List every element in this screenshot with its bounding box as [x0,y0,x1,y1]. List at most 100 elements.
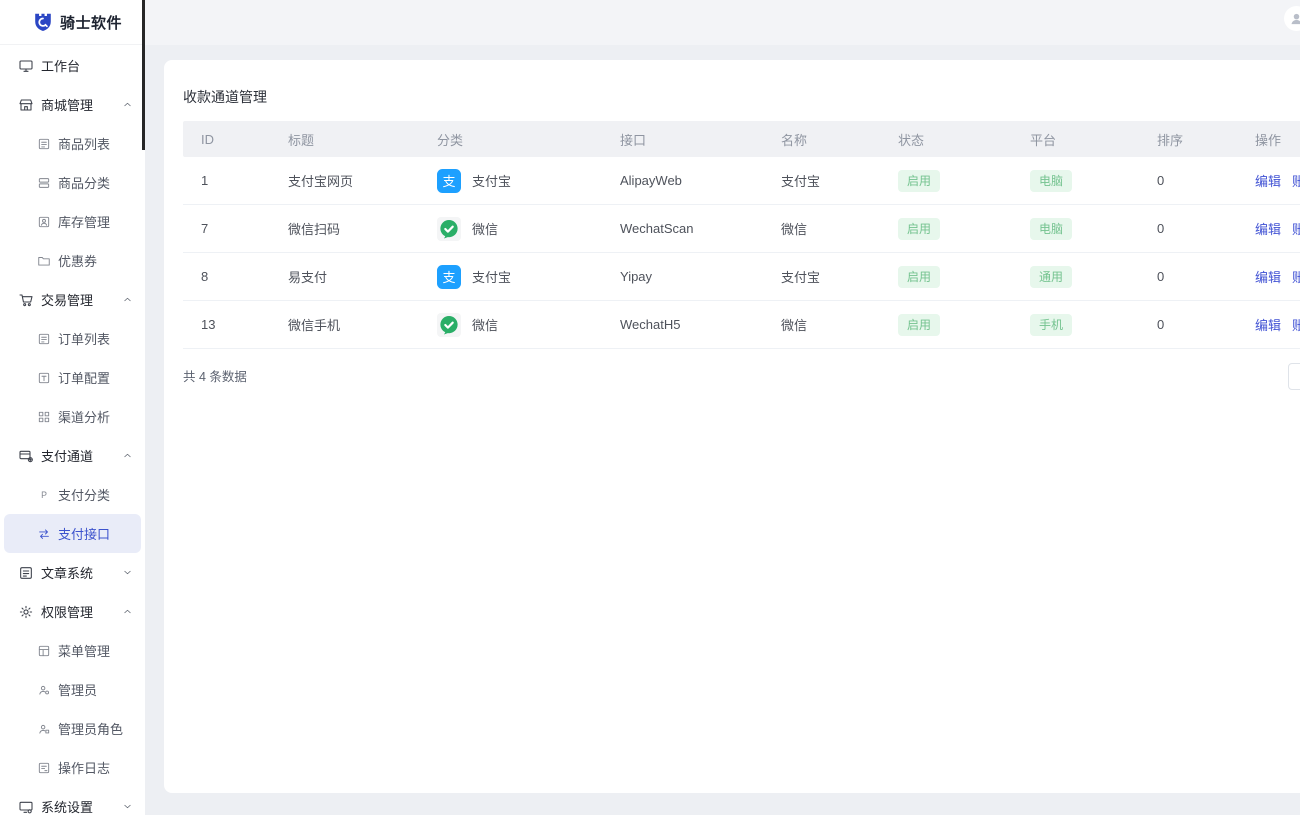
cell-sort: 0 [1139,221,1237,236]
category-label: 微信 [472,219,498,238]
sidebar-item-label: 支付通道 [41,446,93,465]
sidebar-item-label: 支付接口 [58,524,110,543]
category-label: 支付宝 [472,171,511,190]
action-link-edit[interactable]: 编辑 [1255,219,1281,238]
sidebar-item-pay-api[interactable]: 支付接口 [4,514,141,553]
cell-actions: 编辑账号 [1237,171,1300,190]
sidebar-item-pay-category[interactable]: P 支付分类 [4,475,141,514]
cell-api: WechatScan [602,221,763,236]
action-link-account[interactable]: 账号 [1292,267,1300,286]
sidebar-item-label: 操作日志 [58,758,110,777]
cell-sort: 0 [1139,269,1237,284]
sidebar-item-order-config[interactable]: 订单配置 [4,358,141,397]
cell-category: 支 支付宝 [419,265,602,289]
action-link-edit[interactable]: 编辑 [1255,171,1281,190]
sidebar-scrollbar-thumb[interactable] [142,0,145,150]
payment-channel-icon [18,448,34,464]
platform-badge: 通用 [1030,266,1072,288]
sidebar-item-menu-manage[interactable]: 菜单管理 [4,631,141,670]
category-label: 支付宝 [472,267,511,286]
cell-name: 支付宝 [763,267,880,286]
platform-badge: 电脑 [1030,170,1072,192]
sidebar-item-label: 商城管理 [41,95,93,114]
cell-status: 启用 [880,314,1012,336]
inventory-icon [37,215,51,229]
cell-sort: 0 [1139,173,1237,188]
column-header: ID [183,132,270,147]
column-header: 接口 [602,130,763,149]
admin-role-icon [37,722,51,736]
sidebar-item-label: 订单配置 [58,368,110,387]
sidebar-item-label: 菜单管理 [58,641,110,660]
sidebar-item-label: 支付分类 [58,485,110,504]
sidebar-item-system[interactable]: 系统设置 [4,787,141,815]
article-icon [18,565,34,581]
sidebar-item-workbench[interactable]: 工作台 [4,46,141,85]
sidebar-item-article[interactable]: 文章系统 [4,553,141,592]
cell-category: 微信 [419,217,602,241]
sidebar-item-op-log[interactable]: 操作日志 [4,748,141,787]
table-row: 8易支付支支付宝Yipay支付宝启用通用0编辑账号 [183,253,1300,301]
cell-api: AlipayWeb [602,173,763,188]
table-row: 1支付宝网页支支付宝AlipayWeb支付宝启用电脑0编辑账号 [183,157,1300,205]
monitor-icon [18,58,34,74]
cell-platform: 手机 [1012,314,1139,336]
cell-api: WechatH5 [602,317,763,332]
action-link-edit[interactable]: 编辑 [1255,267,1281,286]
cell-api: Yipay [602,269,763,284]
column-header: 名称 [763,130,880,149]
sidebar-item-goods-category[interactable]: 商品分类 [4,163,141,202]
cell-name: 微信 [763,219,880,238]
menu-manage-icon [37,644,51,658]
table-total-text: 共 4 条数据 [183,366,247,385]
p-letter-icon: P [37,488,51,502]
system-settings-icon [18,799,34,815]
cell-status: 启用 [880,170,1012,192]
sidebar-item-label: 系统设置 [41,797,93,815]
operation-log-icon [37,761,51,775]
sidebar-item-channel-analysis[interactable]: 渠道分析 [4,397,141,436]
cell-status: 启用 [880,266,1012,288]
action-link-account[interactable]: 账号 [1292,219,1300,238]
cell-sort: 0 [1139,317,1237,332]
cell-name: 支付宝 [763,171,880,190]
status-badge: 启用 [898,266,940,288]
sidebar-item-admin-role[interactable]: 管理员角色 [4,709,141,748]
chevron-down-icon [122,801,133,812]
svg-text:支: 支 [442,270,455,285]
table-row: 13微信手机微信WechatH5微信启用手机0编辑账号 [183,301,1300,349]
wechat-icon [437,313,461,337]
action-link-account[interactable]: 账号 [1292,315,1300,334]
cell-category: 微信 [419,313,602,337]
action-link-edit[interactable]: 编辑 [1255,315,1281,334]
pagination-button[interactable] [1288,363,1300,390]
logo-shield-icon [32,11,54,33]
chevron-up-icon [122,450,133,461]
sidebar-item-label: 工作台 [41,56,80,75]
column-header: 状态 [880,130,1012,149]
sidebar-item-label: 订单列表 [58,329,110,348]
category-label: 微信 [472,315,498,334]
sidebar-item-pay-channel[interactable]: 支付通道 [4,436,141,475]
cell-actions: 编辑账号 [1237,219,1300,238]
sidebar-item-coupon[interactable]: 优惠券 [4,241,141,280]
sidebar-item-trade[interactable]: 交易管理 [4,280,141,319]
sidebar-item-label: 库存管理 [58,212,110,231]
sidebar-item-admin[interactable]: 管理员 [4,670,141,709]
cell-title: 微信手机 [270,315,419,334]
content-card: 收款通道管理 ID标题分类接口名称状态平台排序操作 1支付宝网页支支付宝Alip… [164,60,1300,793]
sidebar-item-label: 交易管理 [41,290,93,309]
wechat-icon [437,217,461,241]
chevron-up-icon [122,294,133,305]
sidebar-item-goods-list[interactable]: 商品列表 [4,124,141,163]
sidebar-item-order-list[interactable]: 订单列表 [4,319,141,358]
sidebar-item-mall[interactable]: 商城管理 [4,85,141,124]
svg-text:支: 支 [442,174,455,189]
user-avatar[interactable] [1284,6,1300,31]
sidebar-item-permission[interactable]: 权限管理 [4,592,141,631]
goods-list-icon [37,137,51,151]
sidebar-item-label: 商品分类 [58,173,110,192]
sidebar-item-inventory[interactable]: 库存管理 [4,202,141,241]
action-link-account[interactable]: 账号 [1292,171,1300,190]
topbar [145,0,1300,45]
